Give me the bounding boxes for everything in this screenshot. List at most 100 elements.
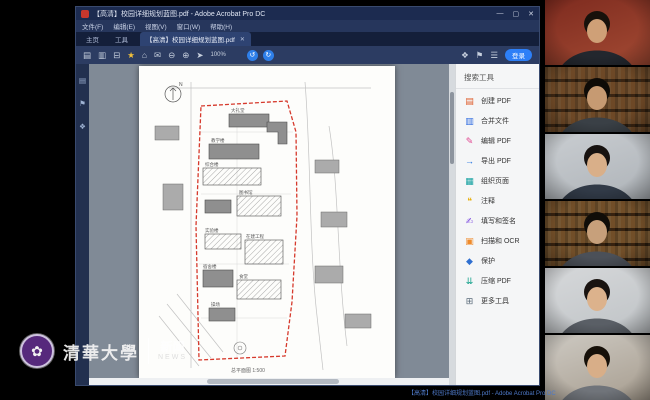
document-tab-label: 【高清】校园详细规划蓝图.pdf (146, 34, 235, 44)
toolbar-icon[interactable]: ★ (127, 51, 135, 60)
meeting-participants-strip (545, 0, 650, 400)
tool-icon: → (464, 157, 475, 166)
toolbar-icon[interactable]: ▥ (98, 51, 106, 60)
vertical-scrollbar[interactable] (449, 64, 455, 385)
horizontal-scrollbar-thumb[interactable] (207, 379, 339, 384)
toolbar-icon[interactable]: ☰ (490, 51, 498, 60)
toolbar-icon[interactable]: ❖ (461, 51, 469, 60)
svg-text:综合楼: 综合楼 (205, 161, 219, 168)
participant-video[interactable] (545, 268, 650, 333)
news-label-en: NEWS (158, 354, 187, 362)
toolbar-icon[interactable]: ⊖ (168, 51, 175, 60)
university-name: 清華大學 (63, 339, 139, 364)
menu-item[interactable]: 窗口(W) (177, 21, 200, 31)
tool-label: 压缩 PDF (481, 276, 511, 286)
tab-home[interactable]: 主页 (82, 32, 103, 46)
toolbar-icon[interactable]: ➤ (196, 51, 203, 60)
tab-bar: 主页 工具 【高清】校园详细规划蓝图.pdf ✕ (76, 32, 539, 46)
tool-label: 扫描和 OCR (481, 236, 520, 246)
tool-icon: ✎ (464, 137, 475, 146)
tool-item[interactable]: ❝ 注释 (456, 191, 539, 211)
shared-doc-caption: 【高清】校园详细规划蓝图.pdf - Adobe Acrobat Pro DC (408, 388, 556, 397)
tool-icon: ⇊ (464, 277, 475, 286)
document-tab[interactable]: 【高清】校园详细规划蓝图.pdf ✕ (140, 32, 251, 46)
svg-text:大礼堂: 大礼堂 (231, 107, 245, 114)
svg-text:操场: 操场 (211, 301, 220, 308)
pdf-page: N 大礼堂 教学楼 综合楼 图书馆 实验楼 在建工程 宿舍楼 食堂 操场 (139, 66, 395, 378)
svg-text:图书馆: 图书馆 (239, 189, 253, 196)
tool-item[interactable]: ✍ 填写和签名 (456, 211, 539, 231)
toolbar-icon[interactable]: ⌂ (142, 51, 147, 60)
tool-label: 导出 PDF (481, 156, 511, 166)
window-control-button[interactable]: — (497, 10, 504, 18)
menu-item[interactable]: 帮助(H) (210, 21, 232, 31)
menu-item[interactable]: 文件(F) (82, 21, 103, 31)
toolbar: ▤▥⊟★⌂✉⊖⊕➤ 100% ↺↻ ❖⚑☰ 登录 (76, 46, 539, 64)
toolbar-icon[interactable]: ▤ (83, 51, 91, 60)
svg-text:实验楼: 实验楼 (205, 227, 219, 234)
participant-video[interactable] (545, 201, 650, 266)
horizontal-scrollbar[interactable] (89, 378, 449, 385)
tool-item[interactable]: ▤ 创建 PDF (456, 91, 539, 111)
login-button[interactable]: 登录 (505, 49, 532, 61)
person-silhouette (545, 0, 650, 65)
participant-video[interactable] (545, 335, 650, 400)
menu-item[interactable]: 视图(V) (145, 21, 167, 31)
person-silhouette (545, 268, 650, 333)
tools-panel-header: 搜索工具 (456, 70, 539, 89)
tool-item[interactable]: ▦ 组织页面 (456, 171, 539, 191)
tool-icon: ⊞ (464, 297, 475, 306)
tool-label: 注释 (481, 196, 495, 206)
vertical-scrollbar-thumb[interactable] (450, 92, 454, 164)
toolbar-icon[interactable]: ⊕ (182, 51, 189, 60)
tool-label: 保护 (481, 256, 495, 266)
window-title: 【高清】校园详细规划蓝图.pdf - Adobe Acrobat Pro DC (93, 9, 493, 19)
menu-bar: 文件(F) 编辑(E) 视图(V) 窗口(W) 帮助(H) (76, 20, 539, 32)
fountain-circle (234, 342, 246, 354)
tool-item[interactable]: ▣ 扫描和 OCR (456, 231, 539, 251)
toolbar-icon[interactable]: ✉ (154, 51, 161, 60)
tool-item[interactable]: → 导出 PDF (456, 151, 539, 171)
compass-icon (165, 86, 181, 102)
tool-item[interactable]: ⊞ 更多工具 (456, 291, 539, 311)
window-titlebar: 【高清】校园详细规划蓝图.pdf - Adobe Acrobat Pro DC … (76, 7, 539, 20)
rail-icon[interactable]: ▤ (79, 76, 86, 85)
pdf-app-icon (81, 10, 89, 18)
tools-list: ▤ 创建 PDF ▥ 合并文件 ✎ 编辑 PDF (456, 91, 539, 385)
svg-text:食堂: 食堂 (239, 273, 248, 280)
tool-label: 编辑 PDF (481, 136, 511, 146)
plan-scale-note: 总平面图 1:500 (231, 367, 265, 374)
tab-close-icon[interactable]: ✕ (240, 36, 245, 43)
tab-tools[interactable]: 工具 (111, 32, 132, 46)
toolbar-icon[interactable]: ⊟ (113, 51, 120, 60)
toolbar-circle-icon[interactable]: ↻ (263, 50, 274, 61)
tool-icon: ▥ (464, 117, 475, 126)
toolbar-icon[interactable]: ⚑ (476, 51, 484, 60)
tool-icon: ▣ (464, 237, 475, 246)
menu-item[interactable]: 编辑(E) (113, 21, 135, 31)
tsinghua-logo-icon: ✿ (20, 334, 54, 368)
participant-video[interactable] (545, 134, 650, 199)
tools-panel: 搜索工具 ▤ 创建 PDF ▥ 合并文件 (455, 64, 539, 385)
toolbar-left-group: ▤ ▥ ⊟ ★ ⌂ ✉ ⊖ ⊕ ➤ (83, 51, 203, 60)
tool-icon: ▤ (464, 97, 475, 106)
window-control-button[interactable]: ✕ (528, 10, 534, 18)
compass-label: N (179, 82, 183, 88)
tool-item[interactable]: ✎ 编辑 PDF (456, 131, 539, 151)
toolbar-right-group: ❖ ⚑ ☰ (461, 51, 498, 60)
person-silhouette (545, 134, 650, 199)
window-control-button[interactable]: ▢ (513, 10, 520, 18)
toolbar-circle-icon[interactable]: ↺ (247, 50, 258, 61)
person-silhouette (545, 201, 650, 266)
pdf-app-window: 【高清】校园详细规划蓝图.pdf - Adobe Acrobat Pro DC … (75, 6, 540, 386)
participant-video[interactable] (545, 0, 650, 65)
person-silhouette (545, 67, 650, 132)
tool-item[interactable]: ⇊ 压缩 PDF (456, 271, 539, 291)
tool-item[interactable]: ▥ 合并文件 (456, 111, 539, 131)
bookshelf-background (545, 67, 650, 132)
rail-icon[interactable]: ⚑ (79, 99, 86, 108)
rail-icon[interactable]: ❖ (79, 122, 86, 131)
site-plan-drawing: N 大礼堂 教学楼 综合楼 图书馆 实验楼 在建工程 宿舍楼 食堂 操场 (139, 66, 395, 378)
tool-item[interactable]: ◆ 保护 (456, 251, 539, 271)
participant-video[interactable] (545, 67, 650, 132)
